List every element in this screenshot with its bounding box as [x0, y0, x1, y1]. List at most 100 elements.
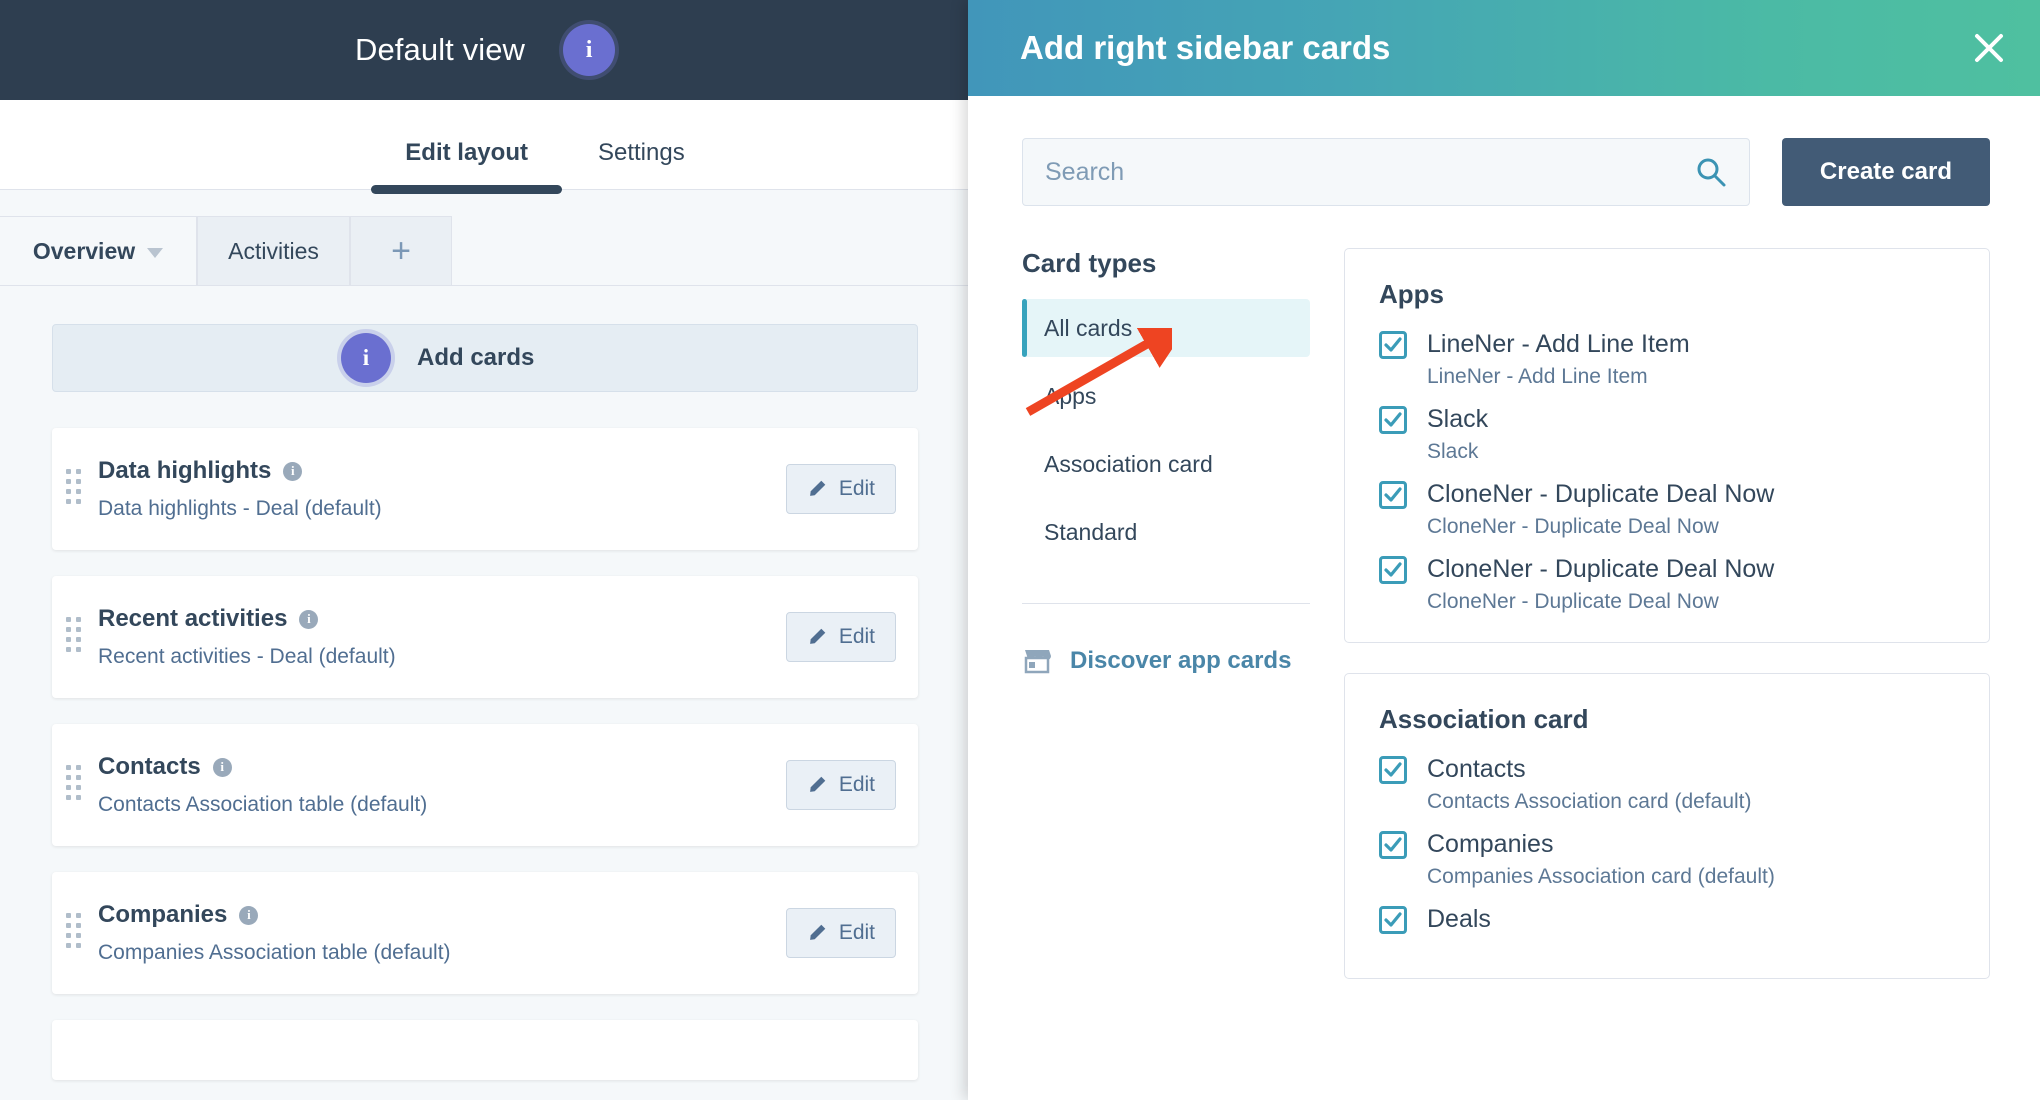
drag-handle-icon[interactable] — [66, 617, 84, 657]
card-subtitle: Companies Association table (default) — [98, 941, 451, 964]
card-type-standard[interactable]: Standard — [1022, 503, 1310, 561]
card-texts: Data highlights i Data highlights - Deal… — [98, 457, 786, 521]
card-title: Recent activities — [98, 605, 288, 632]
list-item-main: Contacts — [1379, 755, 1955, 784]
list-item[interactable]: CloneNer - Duplicate Deal Now CloneNer -… — [1379, 555, 1955, 614]
panel-header: Add right sidebar cards — [968, 0, 2040, 96]
list-item[interactable]: CloneNer - Duplicate Deal Now CloneNer -… — [1379, 480, 1955, 539]
edit-button-label: Edit — [838, 477, 875, 500]
info-icon[interactable]: i — [239, 905, 259, 925]
checkbox-lineNer-add-line-item[interactable] — [1379, 330, 1407, 359]
table-row[interactable]: Recent activities i Recent activities - … — [52, 576, 918, 698]
card-title: Data highlights — [98, 457, 272, 484]
card-type-apps[interactable]: Apps — [1022, 367, 1310, 425]
pencil-icon — [809, 480, 826, 496]
checkbox-contacts[interactable] — [1379, 755, 1407, 784]
add-cards-panel: Add right sidebar cards Create card Card… — [968, 0, 2040, 1100]
tab-settings[interactable]: Settings — [592, 139, 691, 189]
info-badge-add-cards[interactable]: i — [341, 333, 391, 383]
card-title: Contacts — [98, 753, 201, 780]
close-icon[interactable] — [1966, 25, 2012, 71]
pencil-icon — [809, 924, 826, 940]
table-row[interactable] — [52, 1020, 918, 1080]
pencil-icon — [809, 628, 826, 644]
list-item-name: Slack — [1427, 405, 1489, 433]
subtab-overview[interactable]: Overview — [0, 216, 197, 285]
list-item[interactable]: LineNer - Add Line Item LineNer - Add Li… — [1379, 330, 1955, 389]
subtab-overview-label: Overview — [32, 237, 136, 264]
search-icon[interactable] — [1695, 156, 1727, 188]
info-icon[interactable]: i — [283, 461, 303, 481]
list-item-sub: CloneNer - Duplicate Deal Now — [1427, 590, 1719, 613]
list-item[interactable]: Slack Slack — [1379, 405, 1955, 464]
marketplace-icon — [1024, 650, 1051, 674]
list-item-sub: CloneNer - Duplicate Deal Now — [1427, 515, 1719, 538]
card-type-all-cards[interactable]: All cards — [1022, 299, 1310, 357]
list-item[interactable]: Deals — [1379, 905, 1955, 934]
card-title-row: Data highlights i — [98, 457, 786, 485]
drag-handle-icon[interactable] — [66, 913, 84, 953]
info-badge-title[interactable]: i — [563, 24, 616, 76]
card-title-row: Recent activities i — [98, 605, 786, 633]
checkbox-cloneNer-duplicate-deal-now-2[interactable] — [1379, 555, 1407, 584]
list-item-sub: Companies Association card (default) — [1427, 865, 1775, 888]
list-item-main: Companies — [1379, 830, 1955, 859]
list-item-sub: Contacts Association card (default) — [1427, 790, 1752, 813]
info-icon[interactable]: i — [212, 757, 232, 777]
table-row[interactable]: Companies i Companies Association table … — [52, 872, 918, 994]
checkbox-companies[interactable] — [1379, 830, 1407, 859]
card-texts: Recent activities i Recent activities - … — [98, 605, 786, 669]
edit-button[interactable]: Edit — [785, 464, 896, 514]
drag-handle-icon[interactable] — [66, 765, 84, 805]
main-tabs: Edit layout Settings — [0, 100, 970, 194]
results-column: Apps LineNer - Add Line Item LineNer - A… — [1344, 248, 1990, 1100]
info-icon[interactable]: i — [299, 609, 319, 629]
card-type-association-card[interactable]: Association card — [1022, 435, 1310, 493]
edit-button[interactable]: Edit — [785, 760, 896, 810]
panel-body: Card types All cards Apps Association ca… — [968, 206, 2040, 1100]
checkbox-deals[interactable] — [1379, 905, 1407, 934]
background-app: Default view i Edit layout Settings Over… — [0, 0, 970, 1100]
list-item-name: CloneNer - Duplicate Deal Now — [1427, 555, 1775, 583]
list-item-name: CloneNer - Duplicate Deal Now — [1427, 480, 1775, 508]
screen-root: Default view i Edit layout Settings Over… — [0, 0, 2040, 1100]
card-texts: Companies i Companies Association table … — [98, 901, 786, 965]
add-cards-label: Add cards — [417, 344, 535, 371]
discover-app-cards-label: Discover app cards — [1070, 647, 1292, 674]
search-box[interactable] — [1022, 138, 1750, 206]
card-types-column: Card types All cards Apps Association ca… — [1022, 248, 1310, 1100]
edit-button-label: Edit — [838, 625, 875, 648]
sub-tabs: Overview Activities + — [0, 216, 970, 286]
create-card-button[interactable]: Create card — [1781, 138, 1990, 206]
add-subtab-button[interactable]: + — [350, 216, 452, 285]
list-item-name: Contacts — [1427, 755, 1526, 783]
layout-card-list: Data highlights i Data highlights - Deal… — [0, 428, 970, 1080]
discover-app-cards-link[interactable]: Discover app cards — [1022, 646, 1310, 676]
app-topbar: Default view i — [0, 0, 970, 100]
table-row[interactable]: Data highlights i Data highlights - Deal… — [52, 428, 918, 550]
edit-button[interactable]: Edit — [785, 612, 896, 662]
card-subtitle: Recent activities - Deal (default) — [98, 645, 396, 668]
add-cards-bar[interactable]: i Add cards — [52, 324, 918, 392]
card-title-row: Companies i — [98, 901, 786, 929]
list-item-main: CloneNer - Duplicate Deal Now — [1379, 555, 1955, 584]
list-item-name: Companies — [1427, 830, 1554, 858]
list-item[interactable]: Companies Companies Association card (de… — [1379, 830, 1955, 889]
checkbox-cloneNer-duplicate-deal-now-1[interactable] — [1379, 480, 1407, 509]
chevron-down-icon — [147, 248, 164, 258]
card-title: Companies — [98, 901, 228, 928]
checkbox-slack[interactable] — [1379, 405, 1407, 434]
result-group-apps: Apps LineNer - Add Line Item LineNer - A… — [1344, 248, 1990, 643]
list-item-name: Deals — [1427, 905, 1491, 933]
list-item-sub: Slack — [1427, 440, 1479, 463]
search-input[interactable] — [1045, 157, 1695, 187]
table-row[interactable]: Contacts i Contacts Association table (d… — [52, 724, 918, 846]
edit-button[interactable]: Edit — [785, 908, 896, 958]
drag-handle-icon[interactable] — [66, 469, 84, 509]
edit-button-label: Edit — [838, 773, 875, 796]
subtab-activities[interactable]: Activities — [197, 216, 350, 285]
list-item[interactable]: Contacts Contacts Association card (defa… — [1379, 755, 1955, 814]
panel-title: Add right sidebar cards — [1020, 29, 1391, 66]
card-subtitle: Contacts Association table (default) — [98, 793, 428, 816]
tab-edit-layout[interactable]: Edit layout — [371, 139, 562, 194]
